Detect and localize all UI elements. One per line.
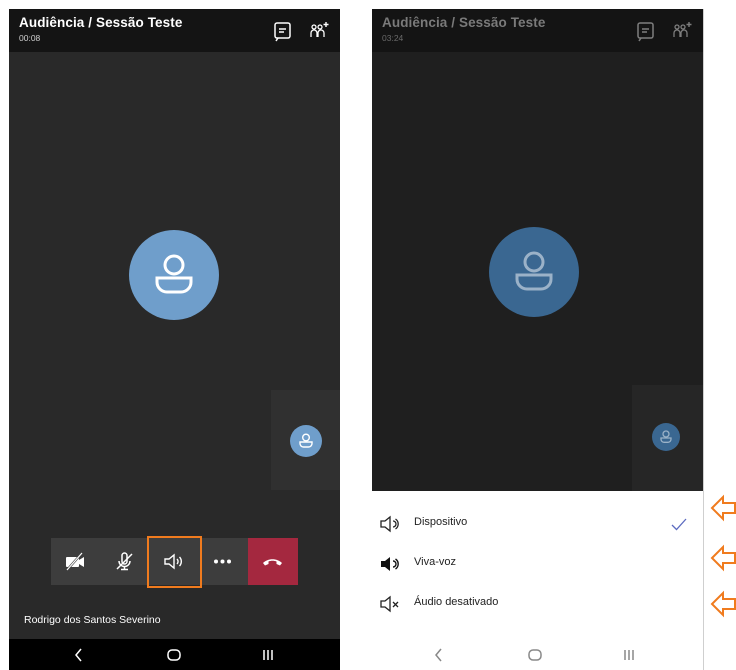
mic-off-icon (116, 552, 133, 571)
nav-home-button[interactable] (164, 645, 184, 665)
back-icon (435, 648, 442, 662)
android-nav-bar (9, 639, 340, 670)
nav-back-button[interactable] (429, 645, 449, 665)
annotation-arrow-icon (710, 494, 736, 522)
more-icon (214, 559, 231, 564)
call-header: Audiência / Sessão Teste 03:24 (372, 9, 703, 52)
self-avatar (290, 425, 322, 457)
audio-option-label: Dispositivo (414, 516, 468, 528)
home-icon (167, 649, 181, 661)
mic-off-button[interactable] (100, 538, 149, 585)
nav-home-button[interactable] (525, 645, 545, 665)
audio-option-muted[interactable]: Áudio desativado (372, 584, 703, 624)
call-timer: 03:24 (382, 33, 404, 43)
camera-off-button[interactable] (51, 538, 100, 585)
chat-icon[interactable] (635, 20, 657, 42)
end-call-button[interactable] (248, 538, 298, 585)
back-icon (75, 648, 82, 662)
recents-icon (263, 650, 273, 660)
meeting-title: Audiência / Sessão Teste (382, 15, 546, 30)
audio-output-sheet: Dispositivo Viva-voz Áudio desativado (372, 491, 703, 639)
call-timer: 00:08 (19, 33, 41, 43)
android-nav-bar (372, 639, 703, 670)
annotation-arrow-icon (710, 544, 736, 572)
call-screen-right: Audiência / Sessão Teste 03:24 Dispositi… (372, 9, 704, 670)
participant-avatar (489, 227, 579, 317)
home-icon (528, 649, 542, 661)
speaker-outline-icon (380, 515, 399, 533)
audio-option-label: Viva-voz (414, 556, 456, 568)
call-screen-left: Audiência / Sessão Teste 00:08 Rodrigo d… (9, 9, 340, 670)
meeting-title: Audiência / Sessão Teste (19, 15, 183, 30)
checkmark-icon (671, 518, 687, 531)
speaker-muted-icon (380, 595, 399, 613)
self-avatar (652, 423, 680, 451)
self-video-tile[interactable] (632, 385, 703, 491)
nav-back-button[interactable] (69, 645, 89, 665)
participant-name: Rodrigo dos Santos Severino (24, 614, 161, 626)
speaker-highlight-box (147, 536, 202, 588)
add-participant-icon[interactable] (308, 20, 330, 42)
nav-recents-button[interactable] (619, 645, 639, 665)
call-header: Audiência / Sessão Teste 00:08 (9, 9, 340, 52)
audio-option-device[interactable]: Dispositivo (372, 504, 703, 544)
add-participant-icon[interactable] (671, 20, 693, 42)
participant-avatar (129, 230, 219, 320)
more-options-button[interactable] (198, 538, 247, 585)
speaker-filled-icon (381, 557, 399, 571)
chat-icon[interactable] (272, 20, 294, 42)
hang-up-icon (263, 559, 282, 566)
nav-recents-button[interactable] (258, 645, 278, 665)
camera-off-icon (66, 552, 84, 571)
recents-icon (624, 650, 634, 660)
self-video-tile[interactable] (271, 390, 340, 490)
audio-option-label: Áudio desativado (414, 596, 499, 608)
audio-option-speakerphone[interactable]: Viva-voz (372, 544, 703, 584)
annotation-arrow-icon (710, 590, 736, 618)
